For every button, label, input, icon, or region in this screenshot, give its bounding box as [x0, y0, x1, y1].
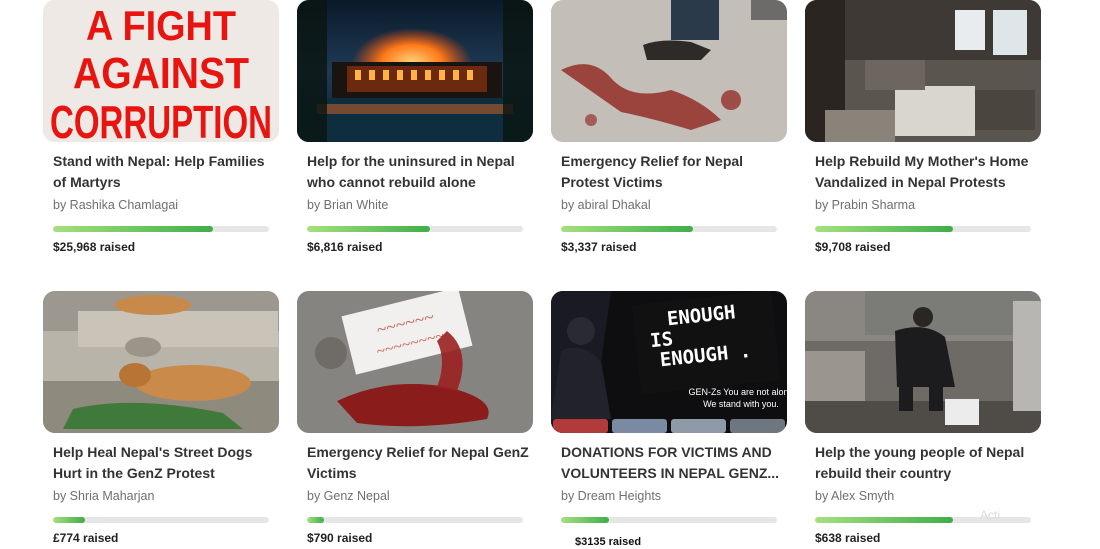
enough-poster-graphic: ENOUGH IS ENOUGH . GEN-Zs You are not al… — [551, 291, 787, 433]
progress-fill — [561, 517, 609, 523]
burned-room-photo — [805, 0, 1041, 142]
campaign-card[interactable]: A FIGHT AGAINST CORRUPTION Stand with Ne… — [43, 0, 279, 254]
campaign-title[interactable]: Stand with Nepal: Help Families of Marty… — [53, 151, 275, 193]
amount-raised: $3135 raised — [575, 536, 642, 548]
campaign-card[interactable]: Help Heal Nepal's Street Dogs Hurt in th… — [43, 291, 279, 545]
progress-fill — [53, 226, 213, 232]
progress-bar — [53, 517, 269, 523]
progress-fill — [307, 226, 431, 232]
poster-line-2: AGAINST — [73, 49, 249, 98]
campaign-image-protest-sign[interactable]: ~~~~~~ ~~~~~~~~ — [297, 291, 533, 433]
campaign-author: by Rashika Chamlagai — [53, 198, 179, 212]
campaign-author: by Alex Smyth — [815, 489, 895, 503]
volunteer-cleanup-photo — [805, 291, 1041, 433]
progress-fill — [307, 517, 325, 523]
campaign-author: by Dream Heights — [561, 489, 662, 503]
poster-line-1: A FIGHT — [86, 2, 236, 49]
amount-raised: $638 raised — [815, 531, 881, 545]
campaign-title[interactable]: Help Heal Nepal's Street Dogs Hurt in th… — [53, 442, 275, 484]
campaign-card[interactable]: ENOUGH IS ENOUGH . GEN-Zs You are not al… — [551, 291, 787, 548]
campaign-author: by abiral Dhakal — [561, 198, 651, 212]
campaign-author: by Brian White — [307, 198, 389, 212]
progress-bar — [307, 517, 523, 523]
campaign-card[interactable]: Help Rebuild My Mother's Home Vandalized… — [805, 0, 1041, 254]
thumbnail[interactable] — [730, 419, 785, 433]
campaign-title[interactable]: Help Rebuild My Mother's Home Vandalized… — [815, 151, 1037, 193]
campaign-card[interactable]: Help the young people of Nepal rebuild t… — [805, 291, 1041, 545]
progress-bar — [561, 226, 777, 232]
thumbnail[interactable] — [612, 419, 667, 433]
campaign-image-burned-room[interactable] — [805, 0, 1041, 142]
progress-fill — [815, 517, 954, 523]
street-photo — [551, 0, 787, 142]
campaign-title[interactable]: Emergency Relief for Nepal GenZ Victims — [307, 442, 529, 484]
campaign-image-burning-building[interactable] — [297, 0, 533, 142]
thumbnail[interactable] — [671, 419, 726, 433]
campaign-author: by Shria Maharjan — [53, 489, 155, 503]
poster-subtext-2: We stand with you. — [703, 399, 779, 409]
progress-bar — [307, 226, 523, 232]
amount-raised: $6,816 raised — [307, 240, 383, 254]
amount-raised: $790 raised — [307, 531, 373, 545]
amount-raised: £774 raised — [53, 531, 119, 545]
poster-graphic: A FIGHT AGAINST CORRUPTION — [43, 0, 279, 142]
progress-bar — [53, 226, 269, 232]
campaign-card[interactable]: Emergency Relief for Nepal Protest Victi… — [551, 0, 787, 254]
poster-line-3: CORRUPTION — [50, 96, 272, 142]
campaign-image-enough-is-enough[interactable]: ENOUGH IS ENOUGH . GEN-Zs You are not al… — [551, 291, 787, 433]
progress-bar — [561, 517, 777, 523]
campaign-image-corruption-poster[interactable]: A FIGHT AGAINST CORRUPTION — [43, 0, 279, 142]
campaign-title[interactable]: DONATIONS FOR VICTIMS AND VOLUNTEERS IN … — [561, 442, 783, 484]
burning-building-photo — [297, 0, 533, 142]
activation-watermark: Acti — [980, 508, 1001, 522]
amount-raised: $25,968 raised — [53, 240, 136, 254]
campaign-title[interactable]: Emergency Relief for Nepal Protest Victi… — [561, 151, 783, 193]
campaign-card[interactable]: Help for the uninsured in Nepal who cann… — [297, 0, 533, 254]
street-dogs-photo — [43, 291, 279, 433]
poster-subtext-1: GEN-Zs You are not alone — [688, 387, 787, 397]
campaign-image-street-dogs[interactable] — [43, 291, 279, 433]
campaign-image-blood-on-street[interactable] — [551, 0, 787, 142]
image-thumbnail-strip — [551, 419, 787, 433]
amount-raised: $9,708 raised — [815, 240, 891, 254]
campaign-image-volunteer-cleanup[interactable] — [805, 291, 1041, 433]
campaign-title[interactable]: Help for the uninsured in Nepal who cann… — [307, 151, 529, 193]
progress-fill — [561, 226, 693, 232]
amount-raised: $3,337 raised — [561, 240, 637, 254]
campaign-card[interactable]: ~~~~~~ ~~~~~~~~ Emergency Relief for Nep… — [297, 291, 533, 545]
thumbnail[interactable] — [553, 419, 608, 433]
progress-bar — [815, 226, 1031, 232]
campaign-author: by Prabin Sharma — [815, 198, 916, 212]
progress-fill — [53, 517, 86, 523]
progress-fill — [815, 226, 954, 232]
campaign-author: by Genz Nepal — [307, 489, 390, 503]
protest-sign-photo: ~~~~~~ ~~~~~~~~ — [297, 291, 533, 433]
campaign-title[interactable]: Help the young people of Nepal rebuild t… — [815, 442, 1037, 484]
